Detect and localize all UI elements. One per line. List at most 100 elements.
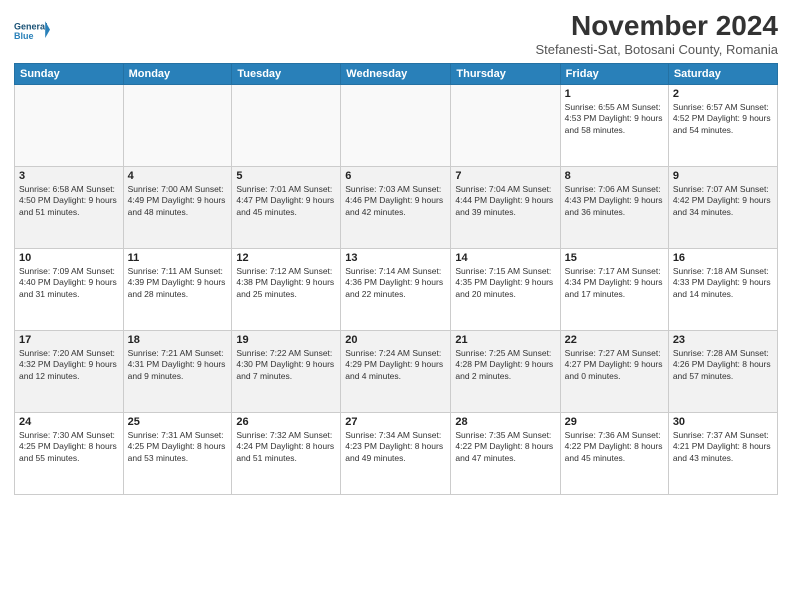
calendar-cell: 28 Sunrise: 7:35 AM Sunset: 4:22 PM Dayli… [451,413,560,495]
calendar-cell: 20 Sunrise: 7:24 AM Sunset: 4:29 PM Dayli… [341,331,451,413]
week-row-1: 1 Sunrise: 6:55 AM Sunset: 4:53 PM Daylig… [15,85,778,167]
day-number: 24 [19,416,119,428]
day-info: Sunrise: 7:31 AM Sunset: 4:25 PM Dayligh… [128,430,228,464]
day-info: Sunrise: 7:03 AM Sunset: 4:46 PM Dayligh… [345,184,446,218]
day-info: Sunrise: 7:14 AM Sunset: 4:36 PM Dayligh… [345,266,446,300]
calendar-cell: 30Sunrise: 7:37 AM Sunset: 4:21 PM Dayli… [668,413,777,495]
calendar-cell: 27 Sunrise: 7:34 AM Sunset: 4:23 PM Dayli… [341,413,451,495]
calendar-cell [15,85,124,167]
calendar-cell: 22 Sunrise: 7:27 AM Sunset: 4:27 PM Dayli… [560,331,668,413]
svg-text:Blue: Blue [14,31,34,41]
day-number: 10 [19,252,119,264]
calendar-cell: 4Sunrise: 7:00 AM Sunset: 4:49 PM Daylig… [123,167,232,249]
calendar-cell: 23Sunrise: 7:28 AM Sunset: 4:26 PM Dayli… [668,331,777,413]
day-info: Sunrise: 6:55 AM Sunset: 4:53 PM Dayligh… [565,102,664,136]
calendar-cell: 7 Sunrise: 7:04 AM Sunset: 4:44 PM Daylig… [451,167,560,249]
calendar-cell: 29 Sunrise: 7:36 AM Sunset: 4:22 PM Dayli… [560,413,668,495]
calendar-cell: 3 Sunrise: 6:58 AM Sunset: 4:50 PM Daylig… [15,167,124,249]
header: General Blue November 2024 Stefanesti-Sa… [14,10,778,57]
header-sunday: Sunday [15,64,124,85]
header-friday: Friday [560,64,668,85]
day-info: Sunrise: 7:27 AM Sunset: 4:27 PM Dayligh… [565,348,664,382]
month-title: November 2024 [535,10,778,42]
calendar-cell [341,85,451,167]
day-info: Sunrise: 7:01 AM Sunset: 4:47 PM Dayligh… [236,184,336,218]
day-info: Sunrise: 7:18 AM Sunset: 4:33 PM Dayligh… [673,266,773,300]
calendar-table: SundayMondayTuesdayWednesdayThursdayFrid… [14,63,778,495]
day-info: Sunrise: 7:06 AM Sunset: 4:43 PM Dayligh… [565,184,664,218]
day-number: 25 [128,416,228,428]
day-info: Sunrise: 7:09 AM Sunset: 4:40 PM Dayligh… [19,266,119,300]
calendar-cell: 19 Sunrise: 7:22 AM Sunset: 4:30 PM Dayli… [232,331,341,413]
day-number: 11 [128,252,228,264]
day-info: Sunrise: 6:57 AM Sunset: 4:52 PM Dayligh… [673,102,773,136]
week-row-5: 24 Sunrise: 7:30 AM Sunset: 4:25 PM Dayli… [15,413,778,495]
calendar-cell: 24 Sunrise: 7:30 AM Sunset: 4:25 PM Dayli… [15,413,124,495]
calendar-cell: 16 Sunrise: 7:18 AM Sunset: 4:33 PM Dayli… [668,249,777,331]
subtitle: Stefanesti-Sat, Botosani County, Romania [535,42,778,57]
day-number: 7 [455,170,555,182]
day-info: Sunrise: 7:30 AM Sunset: 4:25 PM Dayligh… [19,430,119,464]
day-info: Sunrise: 7:25 AM Sunset: 4:28 PM Dayligh… [455,348,555,382]
day-number: 16 [673,252,773,264]
day-number: 6 [345,170,446,182]
page: General Blue November 2024 Stefanesti-Sa… [0,0,792,612]
day-info: Sunrise: 7:35 AM Sunset: 4:22 PM Dayligh… [455,430,555,464]
day-info: Sunrise: 7:22 AM Sunset: 4:30 PM Dayligh… [236,348,336,382]
calendar-cell: 18Sunrise: 7:21 AM Sunset: 4:31 PM Dayli… [123,331,232,413]
day-number: 26 [236,416,336,428]
day-number: 29 [565,416,664,428]
day-info: Sunrise: 7:15 AM Sunset: 4:35 PM Dayligh… [455,266,555,300]
day-number: 9 [673,170,773,182]
day-info: Sunrise: 7:00 AM Sunset: 4:49 PM Dayligh… [128,184,228,218]
day-number: 23 [673,334,773,346]
calendar-cell: 9 Sunrise: 7:07 AM Sunset: 4:42 PM Daylig… [668,167,777,249]
day-number: 20 [345,334,446,346]
calendar-cell: 14Sunrise: 7:15 AM Sunset: 4:35 PM Dayli… [451,249,560,331]
day-info: Sunrise: 6:58 AM Sunset: 4:50 PM Dayligh… [19,184,119,218]
header-wednesday: Wednesday [341,64,451,85]
day-info: Sunrise: 7:34 AM Sunset: 4:23 PM Dayligh… [345,430,446,464]
day-number: 27 [345,416,446,428]
day-number: 18 [128,334,228,346]
day-info: Sunrise: 7:37 AM Sunset: 4:21 PM Dayligh… [673,430,773,464]
calendar-cell [232,85,341,167]
day-info: Sunrise: 7:12 AM Sunset: 4:38 PM Dayligh… [236,266,336,300]
calendar-cell: 21 Sunrise: 7:25 AM Sunset: 4:28 PM Dayli… [451,331,560,413]
header-tuesday: Tuesday [232,64,341,85]
header-monday: Monday [123,64,232,85]
day-info: Sunrise: 7:07 AM Sunset: 4:42 PM Dayligh… [673,184,773,218]
header-thursday: Thursday [451,64,560,85]
day-number: 3 [19,170,119,182]
calendar-cell: 5Sunrise: 7:01 AM Sunset: 4:47 PM Daylig… [232,167,341,249]
day-info: Sunrise: 7:24 AM Sunset: 4:29 PM Dayligh… [345,348,446,382]
logo: General Blue [14,14,50,50]
day-number: 17 [19,334,119,346]
day-number: 13 [345,252,446,264]
day-number: 15 [565,252,664,264]
day-info: Sunrise: 7:04 AM Sunset: 4:44 PM Dayligh… [455,184,555,218]
calendar-cell [451,85,560,167]
week-row-2: 3 Sunrise: 6:58 AM Sunset: 4:50 PM Daylig… [15,167,778,249]
day-number: 1 [565,88,664,100]
day-number: 21 [455,334,555,346]
day-number: 19 [236,334,336,346]
day-info: Sunrise: 7:36 AM Sunset: 4:22 PM Dayligh… [565,430,664,464]
day-info: Sunrise: 7:32 AM Sunset: 4:24 PM Dayligh… [236,430,336,464]
calendar-cell: 1 Sunrise: 6:55 AM Sunset: 4:53 PM Daylig… [560,85,668,167]
logo-svg: General Blue [14,14,50,50]
day-number: 12 [236,252,336,264]
calendar-cell: 17Sunrise: 7:20 AM Sunset: 4:32 PM Dayli… [15,331,124,413]
calendar-cell: 8 Sunrise: 7:06 AM Sunset: 4:43 PM Daylig… [560,167,668,249]
calendar-cell: 26 Sunrise: 7:32 AM Sunset: 4:24 PM Dayli… [232,413,341,495]
day-number: 28 [455,416,555,428]
week-row-3: 10 Sunrise: 7:09 AM Sunset: 4:40 PM Dayli… [15,249,778,331]
day-number: 8 [565,170,664,182]
header-saturday: Saturday [668,64,777,85]
svg-text:General: General [14,22,48,32]
calendar-cell: 2Sunrise: 6:57 AM Sunset: 4:52 PM Daylig… [668,85,777,167]
week-row-4: 17Sunrise: 7:20 AM Sunset: 4:32 PM Dayli… [15,331,778,413]
calendar-header-row: SundayMondayTuesdayWednesdayThursdayFrid… [15,64,778,85]
calendar-cell: 11Sunrise: 7:11 AM Sunset: 4:39 PM Dayli… [123,249,232,331]
day-number: 22 [565,334,664,346]
